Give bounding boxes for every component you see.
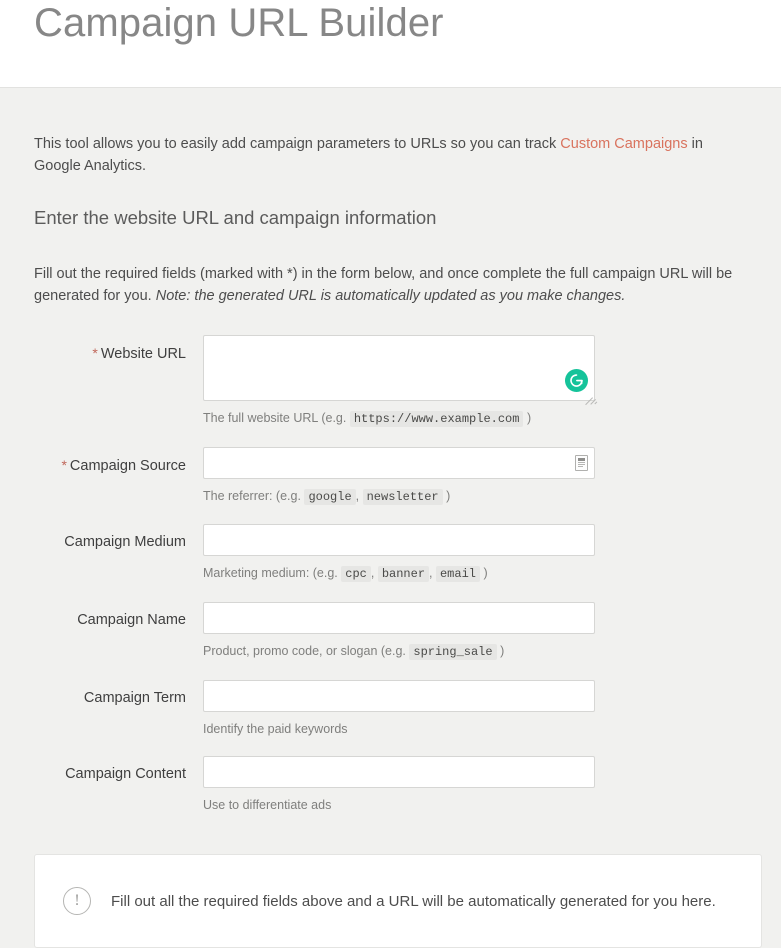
sample-website-url-0: https://www.example.com <box>349 411 524 428</box>
label-text-campaign-term: Campaign Term <box>83 689 186 706</box>
help-suffix-campaign-source: ) <box>442 488 451 503</box>
field-cell-campaign-content: Use to differentiate ads <box>203 755 747 832</box>
input-wrap-campaign-medium <box>203 524 595 557</box>
help-prefix-campaign-source: The referrer: (e.g. <box>203 488 305 503</box>
help-prefix-website-url: The full website URL (e.g. <box>203 411 350 426</box>
intro-paragraph: This tool allows you to easily add campa… <box>34 88 747 177</box>
input-wrap-campaign-term <box>203 679 595 712</box>
label-campaign-medium: Campaign Medium <box>34 524 203 550</box>
field-cell-campaign-name: Product, promo code, or slogan (e.g. spr… <box>203 601 747 680</box>
required-marker-campaign-source: * <box>61 456 67 473</box>
help-prefix-campaign-medium: Marketing medium: (e.g. <box>203 566 342 581</box>
instructions-paragraph: Fill out the required fields (marked wit… <box>34 229 747 307</box>
generated-url-alert: ! Fill out all the required fields above… <box>34 854 762 948</box>
form-row-campaign-medium: Campaign Medium Marketing medium: (e.g. … <box>34 524 747 602</box>
custom-campaigns-link[interactable]: Custom Campaigns <box>560 136 687 152</box>
field-cell-website-url: The full website URL (e.g. https://www.e… <box>203 335 747 447</box>
sample-campaign-source-1: newsletter <box>362 488 443 505</box>
input-wrap-campaign-name <box>203 601 595 634</box>
autofill-icon[interactable] <box>575 454 588 471</box>
page-title: Campaign URL Builder <box>34 1 444 45</box>
sample-campaign-medium-1: banner <box>377 566 430 583</box>
campaign-medium-input[interactable] <box>203 524 595 557</box>
section-heading: Enter the website URL and campaign infor… <box>34 207 437 229</box>
sample-campaign-medium-2: email <box>435 566 480 583</box>
help-text-campaign-content: Use to differentiate ads <box>203 797 332 812</box>
help-suffix-campaign-medium: ) <box>480 566 488 581</box>
form-row-campaign-source: * Campaign Source The referrer: (e.g. goo… <box>34 446 747 525</box>
form-row-campaign-content: Campaign Content Use to differentiate ad… <box>34 755 747 832</box>
campaign-content-input[interactable] <box>203 755 595 788</box>
required-marker-website-url: * <box>92 345 98 362</box>
page-header: Campaign URL Builder <box>0 0 781 88</box>
website-url-input[interactable] <box>203 335 595 402</box>
input-wrap-campaign-source <box>203 446 595 479</box>
intro-text-before-link: This tool allows you to easily add campa… <box>34 136 561 152</box>
exclamation-circle-icon: ! <box>63 887 91 915</box>
help-prefix-campaign-name: Product, promo code, or slogan (e.g. <box>203 643 410 658</box>
help-text-campaign-name: Product, promo code, or slogan (e.g. spr… <box>203 634 747 680</box>
campaign-term-input[interactable] <box>203 679 595 712</box>
instructions-note-text: Note: the generated URL is automatically… <box>155 288 626 305</box>
sample-campaign-medium-0: cpc <box>341 566 371 583</box>
form-row-campaign-term: Campaign Term Identify the paid keywords <box>34 679 747 756</box>
alert-message: Fill out all the required fields above a… <box>111 892 716 910</box>
label-website-url: * Website URL <box>34 335 203 362</box>
form-row-campaign-name: Campaign Name Product, promo code, or sl… <box>34 601 747 680</box>
input-wrap-website-url <box>203 335 598 406</box>
field-cell-campaign-term: Identify the paid keywords <box>203 679 747 756</box>
campaign-source-input[interactable] <box>203 446 595 479</box>
label-text-campaign-name: Campaign Name <box>77 611 186 628</box>
help-text-campaign-medium: Marketing medium: (e.g. cpc, banner, ema… <box>203 556 747 602</box>
label-text-campaign-medium: Campaign Medium <box>64 534 186 551</box>
label-campaign-source: * Campaign Source <box>34 447 203 474</box>
help-separator: , <box>370 566 378 581</box>
help-separator: , <box>429 566 436 581</box>
label-campaign-name: Campaign Name <box>34 602 203 628</box>
input-wrap-campaign-content <box>203 755 595 788</box>
help-text-campaign-source: The referrer: (e.g. google, newsletter ) <box>203 479 747 525</box>
label-campaign-content: Campaign Content <box>34 756 203 782</box>
help-separator: , <box>355 488 363 503</box>
help-text-website-url: The full website URL (e.g. https://www.e… <box>203 401 747 447</box>
label-text-campaign-content: Campaign Content <box>65 765 186 782</box>
campaign-name-input[interactable] <box>203 601 595 634</box>
help-suffix-campaign-name: ) <box>496 643 505 658</box>
label-campaign-term: Campaign Term <box>34 680 203 706</box>
field-cell-campaign-source: The referrer: (e.g. google, newsletter ) <box>203 446 747 525</box>
label-text-website-url: Website URL <box>100 346 186 363</box>
sample-campaign-source-0: google <box>304 488 356 505</box>
grammarly-icon[interactable] <box>565 369 588 393</box>
page-content: This tool allows you to easily add campa… <box>0 88 781 832</box>
help-suffix-website-url: ) <box>523 411 532 426</box>
help-text-campaign-term: Identify the paid keywords <box>203 721 348 736</box>
label-text-campaign-source: Campaign Source <box>69 457 186 474</box>
form-row-website-url: * Website URL The full website URL (e.g.… <box>34 335 747 447</box>
campaign-url-form: * Website URL The full website URL (e.g.… <box>34 307 747 832</box>
field-cell-campaign-medium: Marketing medium: (e.g. cpc, banner, ema… <box>203 524 747 602</box>
sample-campaign-name-0: spring_sale <box>409 643 497 660</box>
